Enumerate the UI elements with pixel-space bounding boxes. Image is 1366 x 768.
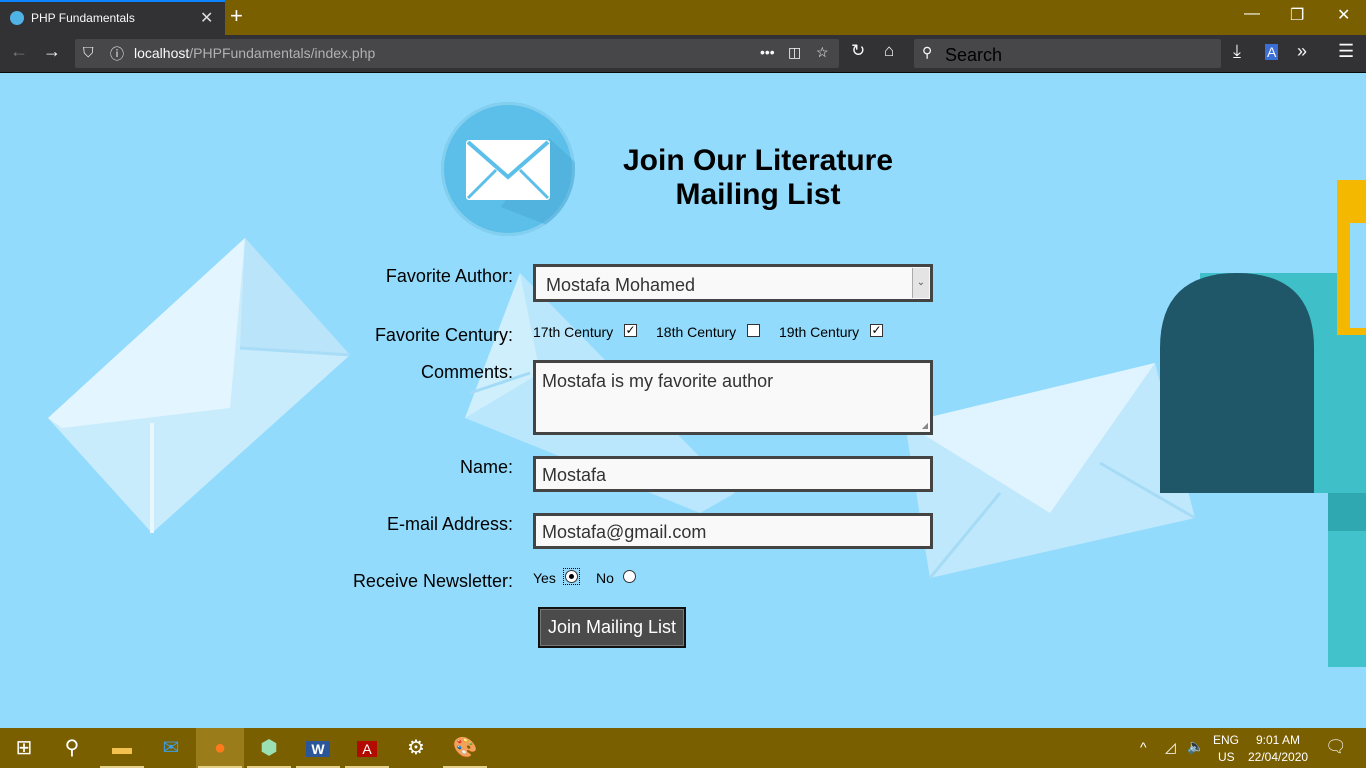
century-18-label: 18th Century — [656, 324, 737, 340]
century-17-label: 17th Century — [533, 324, 614, 340]
author-selected-value: Mostafa Mohamed — [546, 275, 696, 295]
downloads-icon[interactable]: ⤓ — [1233, 41, 1241, 62]
tab-close-icon[interactable]: ✕ — [200, 8, 213, 28]
volume-icon[interactable]: 🔈 — [1187, 738, 1204, 755]
forward-icon[interactable]: → — [43, 41, 61, 62]
overflow-menu-icon[interactable]: » — [1297, 41, 1307, 62]
century-label: Favorite Century: — [374, 325, 513, 345]
page-content: Join Our Literature Mailing List Favorit… — [0, 73, 1366, 728]
newsletter-yes-label: Yes — [533, 570, 556, 586]
page-title-line2: Mailing List — [675, 178, 841, 211]
page-title-line1: Join Our Literature — [622, 144, 894, 177]
hamburger-menu-icon[interactable]: ☰ — [1338, 41, 1354, 62]
url-path: /PHPFundamentals/index.php — [189, 45, 376, 61]
resize-grip-icon[interactable]: ◢ — [922, 421, 928, 430]
clock-time[interactable]: 9:01 AM — [1256, 733, 1300, 747]
newsletter-no-radio[interactable] — [623, 570, 636, 583]
century-19-label: 19th Century — [779, 324, 860, 340]
email-value: Mostafa@gmail.com — [542, 522, 707, 542]
clock-date[interactable]: 22/04/2020 — [1248, 750, 1308, 764]
newsletter-label: Receive Newsletter: — [352, 571, 513, 591]
newsletter-no-label: No — [596, 570, 614, 586]
language-line2[interactable]: US — [1218, 750, 1235, 764]
reload-icon[interactable]: ↻ — [851, 41, 865, 61]
chevron-down-icon[interactable]: ⌄ — [912, 268, 929, 298]
network-icon[interactable]: ◿ — [1165, 739, 1176, 756]
comments-value: Mostafa is my favorite author — [542, 371, 774, 391]
firefox-icon[interactable]: ● — [196, 728, 244, 768]
century-17-checkbox[interactable]: ✓ — [624, 324, 637, 337]
acrobat-icon[interactable]: A — [343, 728, 391, 768]
tab-favicon-icon — [10, 11, 24, 25]
url-text: localhost/PHPFundamentals/index.php — [134, 45, 375, 61]
language-line1[interactable]: ENG — [1213, 733, 1239, 747]
restore-icon[interactable]: ❐ — [1290, 5, 1304, 25]
background-envelope-right — [905, 363, 1196, 579]
browser-toolbar: ← → ⛉ ⓘ localhost/PHPFundamentals/index.… — [0, 35, 1366, 73]
translate-icon[interactable]: A — [1265, 44, 1279, 60]
search-icon[interactable]: ⚲ — [48, 728, 96, 768]
window-close-icon[interactable]: ✕ — [1337, 5, 1350, 25]
name-value: Mostafa — [542, 465, 607, 485]
app-cube-icon[interactable]: ⬢ — [245, 728, 293, 768]
century-19-checkbox[interactable]: ✓ — [870, 324, 883, 337]
word-icon[interactable]: W — [294, 728, 342, 768]
paint-icon[interactable]: 🎨 — [441, 728, 489, 768]
browser-tab-bar: PHP Fundamentals ✕ + — ❐ ✕ — [0, 0, 1366, 35]
comments-label: Comments: — [420, 362, 513, 382]
background-mailbox — [1160, 180, 1366, 667]
search-bar[interactable]: ⚲ Search — [914, 39, 1221, 68]
author-label: Favorite Author: — [385, 266, 513, 286]
new-tab-icon[interactable]: + — [230, 3, 243, 29]
search-icon: ⚲ — [922, 44, 933, 60]
century-18-checkbox[interactable] — [747, 324, 760, 337]
search-placeholder: Search — [945, 45, 1003, 65]
email-input[interactable]: Mostafa@gmail.com — [533, 513, 933, 549]
page-title: Join Our Literature Mailing List — [598, 144, 918, 212]
tray-expand-icon[interactable]: ^ — [1140, 739, 1147, 755]
minimize-icon[interactable]: — — [1244, 5, 1260, 23]
email-label: E-mail Address: — [386, 514, 513, 534]
site-info-icon[interactable]: ⓘ — [110, 44, 124, 64]
windows-taskbar: ⊞ ⚲ ▬ ✉ ● ⬢ W A ⚙ 🎨 ^ ◿ 🔈 ENG US 9:01 AM… — [0, 728, 1366, 768]
browser-tab[interactable]: PHP Fundamentals ✕ — [0, 0, 225, 35]
home-icon[interactable]: ⌂ — [884, 41, 894, 61]
name-input[interactable]: Mostafa — [533, 456, 933, 492]
mail-logo — [441, 102, 575, 236]
newsletter-yes-radio[interactable] — [565, 570, 578, 583]
pocket-icon[interactable]: ◫ — [788, 44, 801, 61]
url-bar[interactable]: ⛉ ⓘ localhost/PHPFundamentals/index.php … — [75, 39, 839, 68]
tab-title: PHP Fundamentals — [31, 11, 135, 25]
file-explorer-icon[interactable]: ▬ — [98, 728, 146, 768]
back-icon[interactable]: ← — [10, 41, 28, 62]
envelope-icon — [466, 138, 575, 236]
page-actions-icon[interactable]: ••• — [760, 44, 775, 60]
notifications-icon[interactable]: 🗨 — [1325, 737, 1347, 757]
name-label: Name: — [459, 457, 513, 477]
start-icon[interactable]: ⊞ — [0, 728, 48, 768]
mail-icon[interactable]: ✉ — [147, 728, 195, 768]
bookmark-star-icon[interactable]: ☆ — [816, 44, 829, 61]
shield-icon[interactable]: ⛉ — [83, 44, 94, 61]
comments-textarea[interactable]: Mostafa is my favorite author ◢ — [533, 360, 933, 435]
background-envelope-left — [48, 238, 351, 533]
settings-icon[interactable]: ⚙ — [392, 728, 440, 768]
author-select[interactable]: Mostafa Mohamed ⌄ — [533, 264, 933, 302]
url-host: localhost — [134, 45, 190, 61]
join-mailing-list-button[interactable]: Join Mailing List — [538, 607, 686, 648]
